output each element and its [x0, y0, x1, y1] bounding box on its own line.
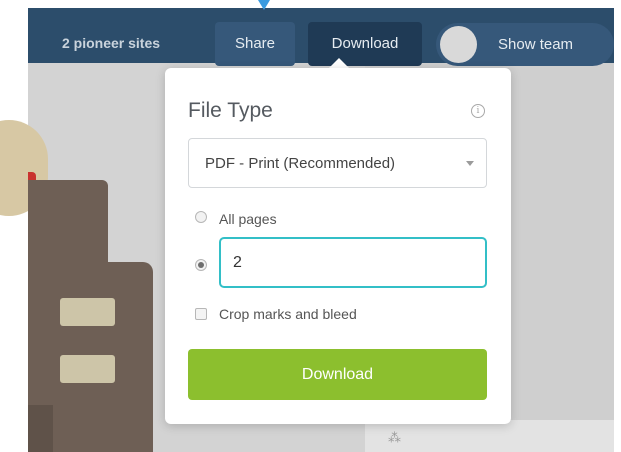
crop-marks-label[interactable]: Crop marks and bleed [219, 306, 357, 322]
info-icon[interactable]: i [471, 104, 485, 118]
all-pages-label[interactable]: All pages [219, 211, 277, 227]
file-type-value: PDF - Print (Recommended) [205, 155, 396, 172]
team-name: 2 pioneer sites [62, 35, 161, 51]
page-range-radio[interactable] [195, 259, 207, 271]
show-team-label: Show team [498, 36, 574, 53]
popup-title: File Type [188, 99, 273, 122]
chevron-down-icon [466, 161, 474, 166]
pointer-arrow-icon [258, 0, 270, 10]
share-button[interactable]: Share [215, 22, 295, 66]
robot-panel-illustration [60, 355, 115, 383]
download-toolbar-button[interactable]: Download [308, 22, 422, 66]
app-stage: ⁂ 2 pioneer sites Share Download Show te… [0, 0, 621, 452]
download-button[interactable]: Download [188, 349, 487, 400]
toggle-knob [440, 26, 477, 63]
top-toolbar: 2 pioneer sites Share Download Show team [28, 8, 614, 66]
file-type-select[interactable]: PDF - Print (Recommended) [188, 138, 487, 188]
crop-marks-checkbox[interactable] [195, 308, 207, 320]
all-pages-radio[interactable] [195, 211, 207, 223]
show-team-toggle[interactable]: Show team [436, 23, 614, 66]
resize-grip-icon[interactable]: ⁂ [388, 428, 412, 448]
robot-foot-illustration [28, 405, 53, 452]
robot-panel-illustration [60, 298, 115, 326]
download-popup: File Type i PDF - Print (Recommended) Al… [165, 68, 511, 424]
page-range-input[interactable] [219, 237, 487, 288]
